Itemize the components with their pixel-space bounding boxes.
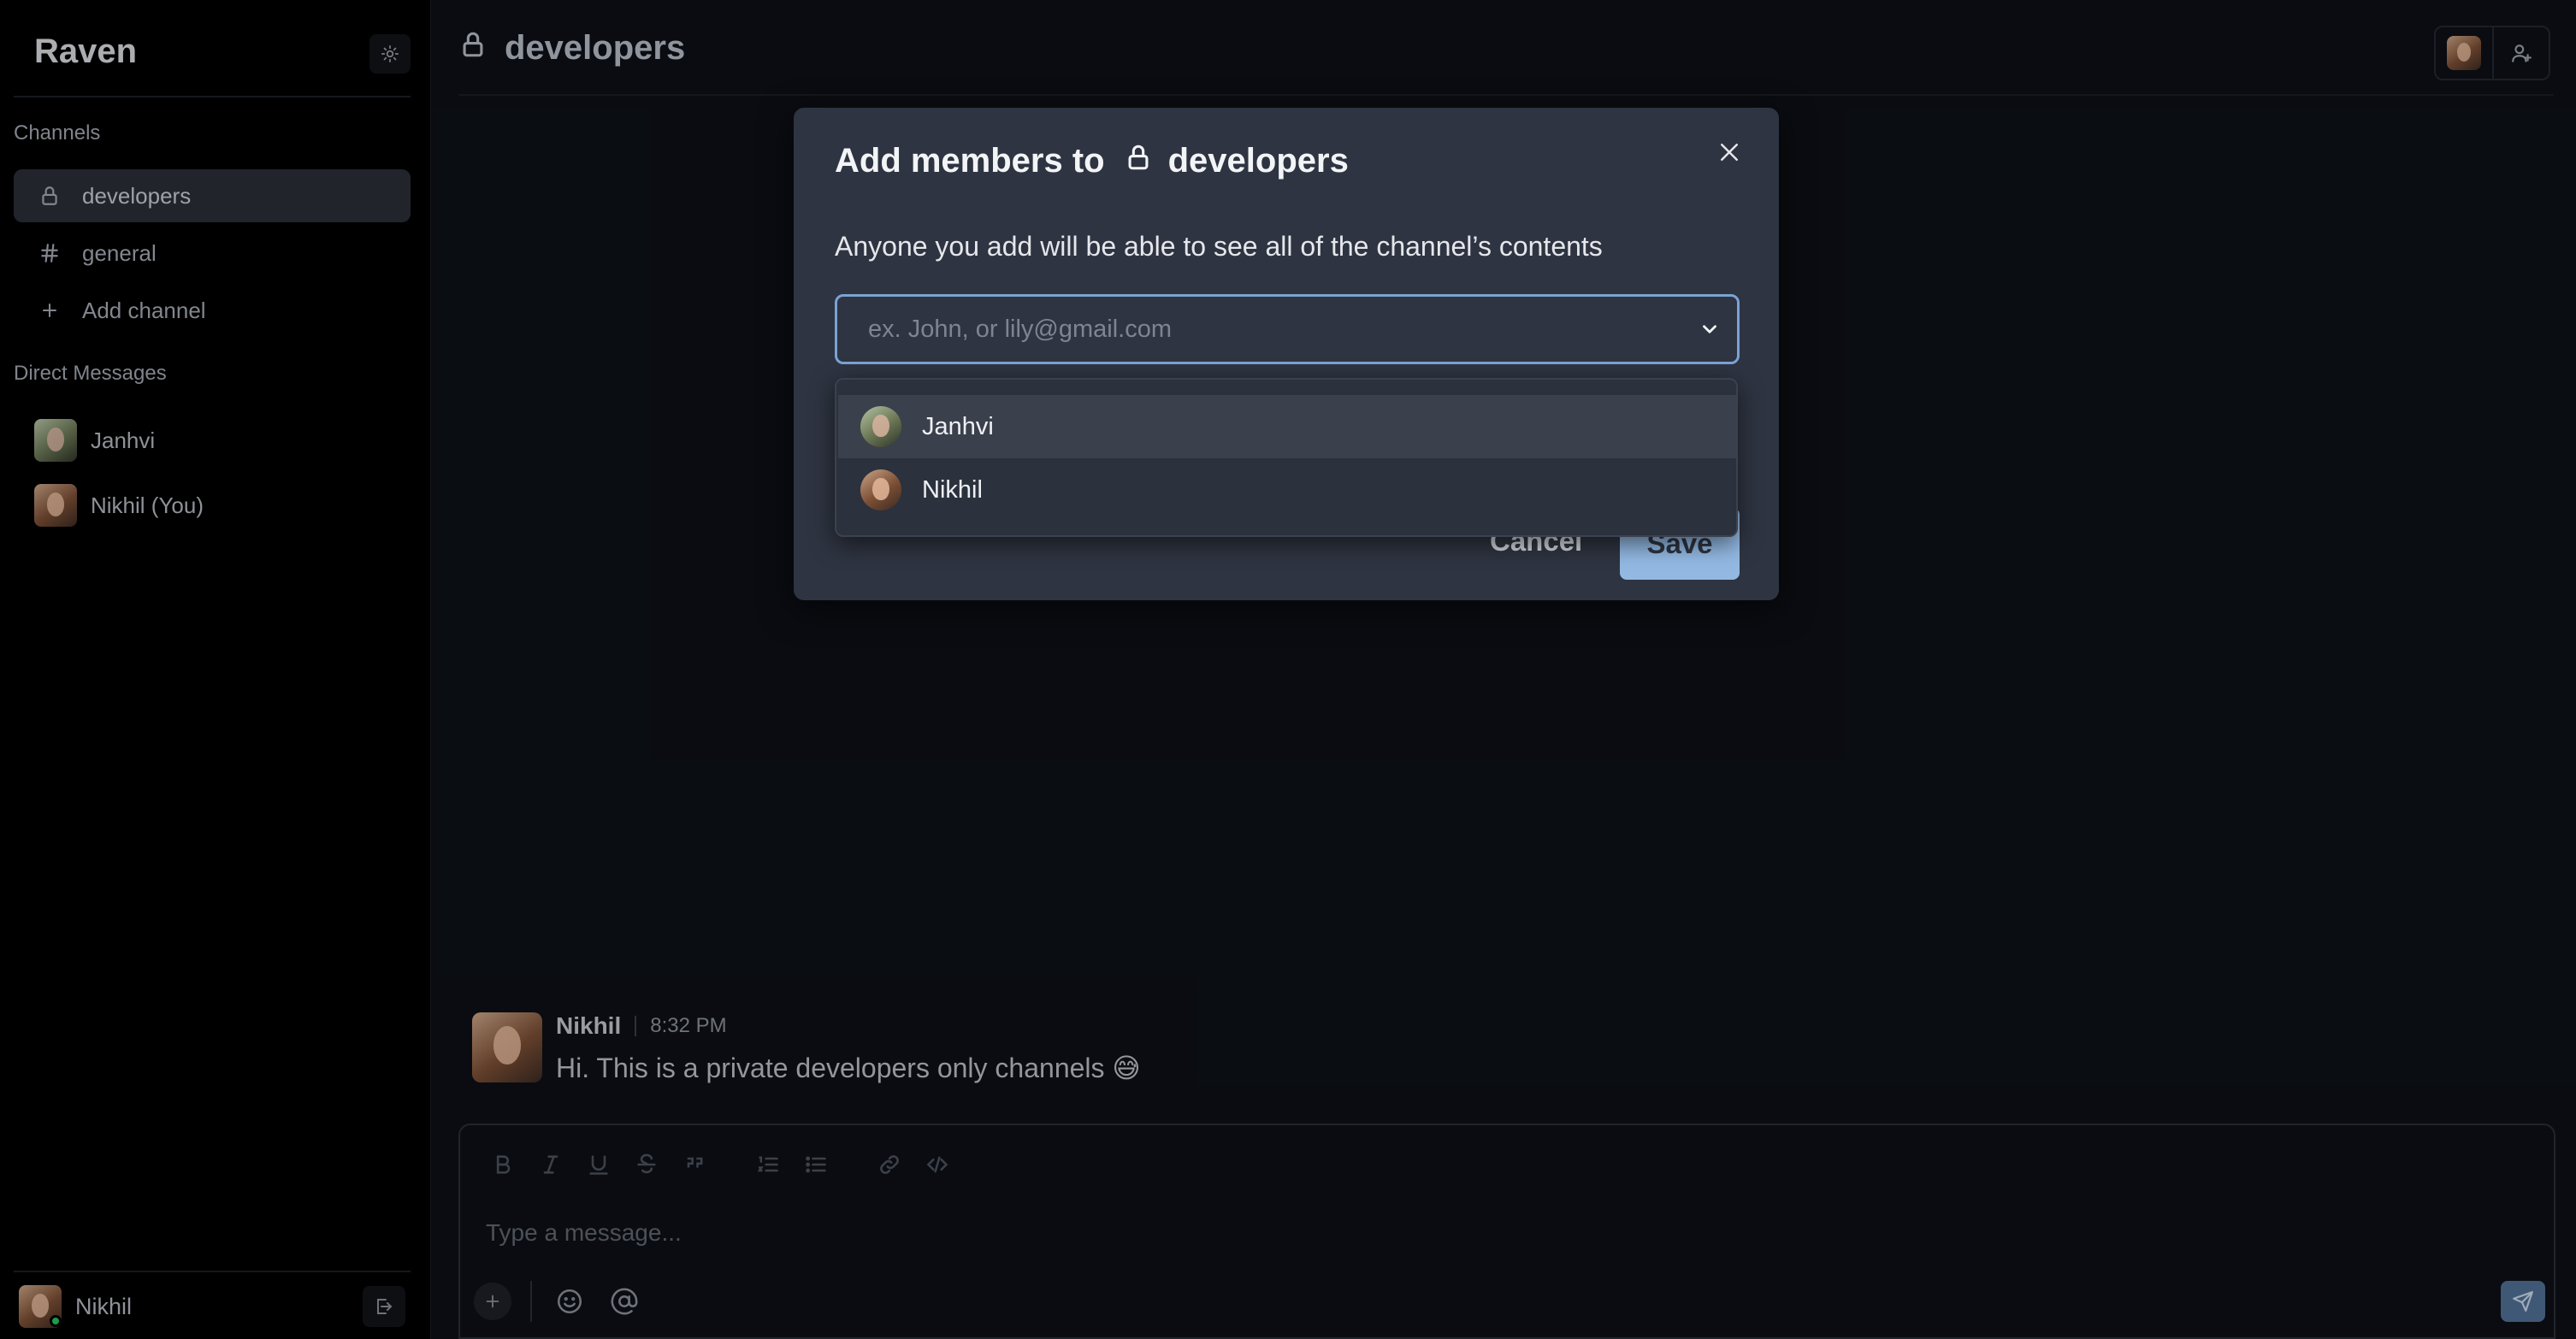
dialog-channel-name: developers: [1167, 142, 1349, 180]
member-option-label: Nikhil: [922, 475, 983, 504]
dialog-description: Anyone you add will be able to see all o…: [835, 231, 1603, 262]
member-options-list: Janhvi Nikhil: [835, 378, 1738, 537]
lock-icon: [1124, 142, 1153, 180]
dialog-title-prefix: Add members to: [835, 142, 1105, 180]
member-search-input[interactable]: ex. John, or lily@gmail.com: [835, 294, 1740, 364]
member-option-nikhil[interactable]: Nikhil: [838, 458, 1736, 522]
member-option-label: Janhvi: [922, 412, 994, 440]
close-button[interactable]: [1710, 133, 1748, 171]
dialog-title: Add members to developers: [835, 142, 1349, 180]
member-option-janhvi[interactable]: Janhvi: [838, 395, 1736, 458]
avatar: [860, 469, 901, 510]
member-search-placeholder: ex. John, or lily@gmail.com: [868, 315, 1172, 343]
avatar: [860, 406, 901, 447]
chevron-down-icon[interactable]: [1694, 314, 1725, 345]
close-icon: [1721, 144, 1738, 161]
